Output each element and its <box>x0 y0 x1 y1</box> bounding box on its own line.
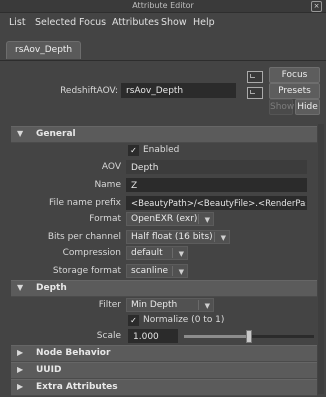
expand-arrow-icon: ▶ <box>17 365 24 374</box>
window-title: Attribute Editor <box>132 1 194 10</box>
format-label: Format <box>89 214 121 224</box>
presets-button[interactable]: Presets <box>269 83 320 99</box>
filter-value: Min Depth <box>131 300 178 310</box>
menu-help[interactable]: Help <box>193 17 215 28</box>
enabled-checkbox[interactable]: ✓ <box>128 145 139 156</box>
compression-value: default <box>131 248 163 258</box>
normalize-label: Normalize (0 to 1) <box>143 315 225 325</box>
menu-selected[interactable]: Selected <box>35 17 76 28</box>
input-connection-icon[interactable] <box>247 71 263 83</box>
node-name-field[interactable]: rsAov_Depth <box>121 83 236 98</box>
output-connection-icon[interactable] <box>247 87 263 99</box>
collapse-arrow-icon: ▼ <box>17 129 24 138</box>
file-prefix-label: File name prefix <box>48 198 121 208</box>
uuid-frame-title: UUID <box>36 365 62 375</box>
show-button[interactable]: Show <box>269 99 294 115</box>
storage-dropdown[interactable]: scanline ▼ <box>126 264 188 278</box>
menu-list[interactable]: List <box>9 17 26 28</box>
node-behavior-frame-title: Node Behavior <box>36 348 111 358</box>
chevron-down-icon: ▼ <box>178 268 184 276</box>
bits-value: Half float (16 bits) <box>131 232 213 242</box>
name-label: Name <box>94 180 121 190</box>
chevron-down-icon: ▼ <box>204 302 210 310</box>
bits-label: Bits per channel <box>47 232 121 242</box>
scale-label: Scale <box>96 331 121 341</box>
extra-attributes-frame-header[interactable]: ▶ Extra Attributes <box>11 379 317 396</box>
chevron-down-icon: ▼ <box>220 234 226 242</box>
name-field[interactable]: Z <box>126 178 307 192</box>
scale-slider-handle[interactable] <box>246 330 252 343</box>
aov-label: AOV <box>101 162 121 172</box>
file-prefix-field[interactable]: <BeautyPath>/<BeautyFile>.<RenderPass> <box>126 196 307 210</box>
compression-label: Compression <box>62 248 121 258</box>
menu-attributes[interactable]: Attributes <box>112 17 159 28</box>
storage-value: scanline <box>131 266 169 276</box>
general-frame-title: General <box>36 129 76 139</box>
filter-label: Filter <box>98 300 121 310</box>
node-tab-bar: rsAov_Depth <box>0 33 326 61</box>
menu-focus[interactable]: Focus <box>79 17 106 28</box>
close-icon[interactable]: × <box>311 1 322 12</box>
chevron-down-icon: ▼ <box>178 250 184 258</box>
window-titlebar: Attribute Editor × <box>0 0 326 13</box>
scale-field[interactable]: 1.000 <box>128 329 178 343</box>
aov-field: Depth <box>126 160 307 174</box>
focus-button[interactable]: Focus <box>269 67 320 83</box>
extra-attributes-frame-title: Extra Attributes <box>36 382 118 392</box>
depth-frame-header[interactable]: ▼ Depth <box>11 280 317 297</box>
general-frame-header[interactable]: ▼ General <box>11 126 317 143</box>
chevron-down-icon: ▼ <box>204 216 210 224</box>
node-behavior-frame-header[interactable]: ▶ Node Behavior <box>11 345 317 362</box>
normalize-checkbox[interactable]: ✓ <box>128 315 139 326</box>
bits-dropdown[interactable]: Half float (16 bits) ▼ <box>126 230 230 244</box>
menu-show[interactable]: Show <box>161 17 187 28</box>
depth-frame-title: Depth <box>36 283 67 293</box>
hide-button[interactable]: Hide <box>295 99 320 115</box>
uuid-frame-header[interactable]: ▶ UUID <box>11 362 317 379</box>
menu-bar: List Selected Focus Attributes Show Help <box>0 13 326 31</box>
scale-slider-fill <box>184 335 249 338</box>
node-type-label: RedshiftAOV: <box>60 86 118 96</box>
format-dropdown[interactable]: OpenEXR (exr) ▼ <box>126 212 214 226</box>
filter-dropdown[interactable]: Min Depth ▼ <box>126 298 214 312</box>
collapse-arrow-icon: ▼ <box>17 283 24 292</box>
format-value: OpenEXR (exr) <box>131 214 198 224</box>
expand-arrow-icon: ▶ <box>17 348 24 357</box>
storage-label: Storage format <box>52 266 121 276</box>
expand-arrow-icon: ▶ <box>17 382 24 391</box>
compression-dropdown[interactable]: default ▼ <box>126 246 188 260</box>
vertical-scrollbar[interactable] <box>318 124 324 394</box>
tab-rsaov-depth[interactable]: rsAov_Depth <box>6 41 82 59</box>
enabled-label: Enabled <box>143 145 180 155</box>
